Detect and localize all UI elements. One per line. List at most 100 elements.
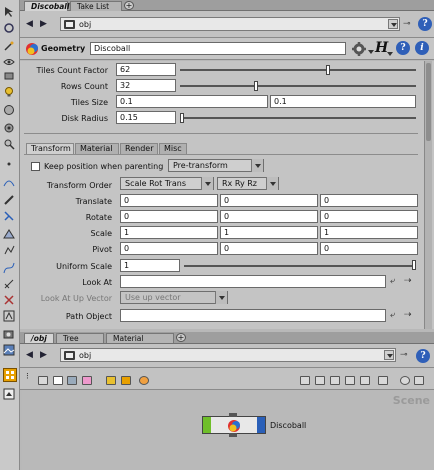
tiles-size-x-field[interactable]: 0.1 bbox=[116, 95, 268, 108]
path-dropdown-icon[interactable] bbox=[388, 19, 398, 29]
path-field[interactable]: obj bbox=[60, 17, 400, 31]
rotate-y-field[interactable]: 0 bbox=[220, 210, 318, 223]
link-icon[interactable] bbox=[315, 376, 325, 385]
camera-tool-icon[interactable] bbox=[3, 328, 17, 340]
disk-radius-knob[interactable] bbox=[180, 113, 184, 123]
pin-icon[interactable]: ⊸ bbox=[403, 19, 414, 29]
bundle-icon[interactable] bbox=[139, 376, 149, 385]
translate-x-field[interactable]: 0 bbox=[120, 194, 218, 207]
tab-misc[interactable]: Misc bbox=[159, 143, 187, 154]
measure-tool-icon[interactable] bbox=[3, 278, 17, 290]
tab-tree-view[interactable]: Tree View bbox=[56, 333, 104, 353]
light-tool-icon[interactable] bbox=[3, 86, 17, 98]
scrollbar[interactable] bbox=[424, 61, 432, 329]
display-flag[interactable] bbox=[203, 417, 211, 433]
bone-tool-icon[interactable] bbox=[3, 194, 17, 206]
tab-take-list[interactable]: Take List bbox=[70, 1, 122, 11]
connect-icon[interactable] bbox=[360, 376, 370, 385]
look-at-up-menu[interactable]: Use up vector bbox=[120, 291, 228, 304]
cut-tool-icon[interactable] bbox=[3, 294, 17, 306]
patch-tool-icon[interactable] bbox=[3, 228, 17, 240]
pane-layout-icon[interactable] bbox=[3, 368, 17, 382]
pivot-y-field[interactable]: 0 bbox=[220, 242, 318, 255]
node-jump-icon[interactable]: ⇢ bbox=[404, 276, 416, 286]
tab-material[interactable]: Material bbox=[75, 143, 119, 154]
tree-icon[interactable] bbox=[345, 376, 355, 385]
look-at-field[interactable] bbox=[120, 275, 386, 288]
zoom-icon[interactable] bbox=[400, 376, 410, 385]
info-icon[interactable]: i bbox=[415, 41, 429, 55]
add-tab-icon[interactable]: + bbox=[124, 1, 134, 10]
uniform-scale-knob[interactable] bbox=[412, 260, 416, 270]
scrollbar-thumb[interactable] bbox=[426, 63, 431, 141]
node-name-field[interactable]: Discoball bbox=[90, 42, 346, 55]
stow-pane-icon[interactable] bbox=[3, 388, 17, 400]
path-field[interactable]: obj bbox=[60, 348, 396, 362]
keep-position-checkbox[interactable] bbox=[31, 162, 40, 171]
path-chooser-icon[interactable]: ⤶ bbox=[390, 310, 402, 320]
snap-grid-icon[interactable] bbox=[378, 376, 388, 385]
forward-arrow-icon[interactable]: ▶ bbox=[40, 350, 51, 360]
draw-tool-icon[interactable] bbox=[3, 244, 17, 256]
transform-order-menu[interactable]: Scale Rot Trans bbox=[120, 177, 214, 190]
image-tool-icon[interactable] bbox=[3, 344, 17, 356]
curve-tool-icon[interactable] bbox=[3, 176, 17, 188]
note-icon[interactable] bbox=[106, 376, 116, 385]
translate-y-field[interactable]: 0 bbox=[220, 194, 318, 207]
render-flag[interactable] bbox=[257, 417, 265, 433]
path-jump-icon[interactable]: ⇢ bbox=[404, 310, 416, 320]
path-object-field[interactable] bbox=[120, 309, 386, 322]
forward-arrow-icon[interactable]: ▶ bbox=[40, 19, 51, 29]
rows-count-field[interactable]: 32 bbox=[116, 79, 176, 92]
path-dropdown-icon[interactable] bbox=[384, 350, 394, 360]
rotate-order-menu[interactable]: Rx Ry Rz bbox=[217, 177, 279, 190]
grid-icon[interactable] bbox=[67, 376, 77, 385]
wire-icon[interactable] bbox=[330, 376, 340, 385]
add-tab-icon[interactable]: + bbox=[176, 333, 186, 342]
frame-icon[interactable] bbox=[53, 376, 63, 385]
wand-tool-icon[interactable] bbox=[3, 40, 17, 52]
gear-dropdown-icon[interactable] bbox=[368, 48, 374, 54]
gear-icon[interactable] bbox=[351, 41, 367, 57]
network-view[interactable]: Scene Discoball bbox=[22, 390, 434, 470]
frame-all-icon[interactable] bbox=[414, 376, 424, 385]
rows-count-slider[interactable] bbox=[180, 85, 416, 87]
rotate-z-field[interactable]: 0 bbox=[320, 210, 418, 223]
tiles-count-factor-knob[interactable] bbox=[326, 65, 330, 75]
sticky-icon[interactable] bbox=[121, 376, 131, 385]
help-icon[interactable]: ? bbox=[418, 17, 432, 31]
tiles-size-y-field[interactable]: 0.1 bbox=[270, 95, 416, 108]
node-output-connector[interactable] bbox=[229, 433, 237, 437]
rows-count-knob[interactable] bbox=[254, 81, 258, 91]
handle-tool-icon[interactable] bbox=[3, 70, 17, 82]
rotate-x-field[interactable]: 0 bbox=[120, 210, 218, 223]
tab-render[interactable]: Render bbox=[120, 143, 158, 154]
tab-material-palette[interactable]: Material Palette bbox=[106, 333, 174, 353]
network-option-icon[interactable] bbox=[300, 376, 310, 385]
sphere-tool-icon[interactable] bbox=[3, 104, 17, 116]
scale-x-field[interactable]: 1 bbox=[120, 226, 218, 239]
view-tool-icon[interactable] bbox=[3, 56, 17, 68]
pivot-x-field[interactable]: 0 bbox=[120, 242, 218, 255]
uniform-scale-field[interactable]: 1 bbox=[120, 259, 180, 272]
tiles-count-factor-field[interactable]: 62 bbox=[116, 63, 176, 76]
pivot-z-field[interactable]: 0 bbox=[320, 242, 418, 255]
node-help-icon[interactable]: ? bbox=[396, 41, 410, 55]
discoball-node[interactable] bbox=[202, 413, 266, 437]
magnet-tool-icon[interactable] bbox=[3, 122, 17, 134]
h-dropdown-icon[interactable] bbox=[387, 50, 393, 56]
uniform-scale-slider[interactable] bbox=[184, 265, 416, 267]
sculpt-tool-icon[interactable] bbox=[3, 138, 17, 150]
tab-obj[interactable]: /obj bbox=[24, 333, 54, 343]
tab-discoball[interactable]: Discoball bbox=[24, 1, 69, 11]
keep-position-menu[interactable]: Pre-transform bbox=[168, 159, 264, 172]
tiles-count-factor-slider[interactable] bbox=[180, 69, 416, 71]
scale-y-field[interactable]: 1 bbox=[220, 226, 318, 239]
disk-radius-slider[interactable] bbox=[180, 117, 416, 119]
dot-tool-icon[interactable] bbox=[3, 158, 17, 170]
node-input-connector[interactable] bbox=[229, 413, 237, 417]
back-arrow-icon[interactable]: ◀ bbox=[26, 19, 37, 29]
back-arrow-icon[interactable]: ◀ bbox=[26, 350, 37, 360]
disk-radius-field[interactable]: 0.15 bbox=[116, 111, 176, 124]
edit-tool-icon[interactable] bbox=[3, 210, 17, 222]
